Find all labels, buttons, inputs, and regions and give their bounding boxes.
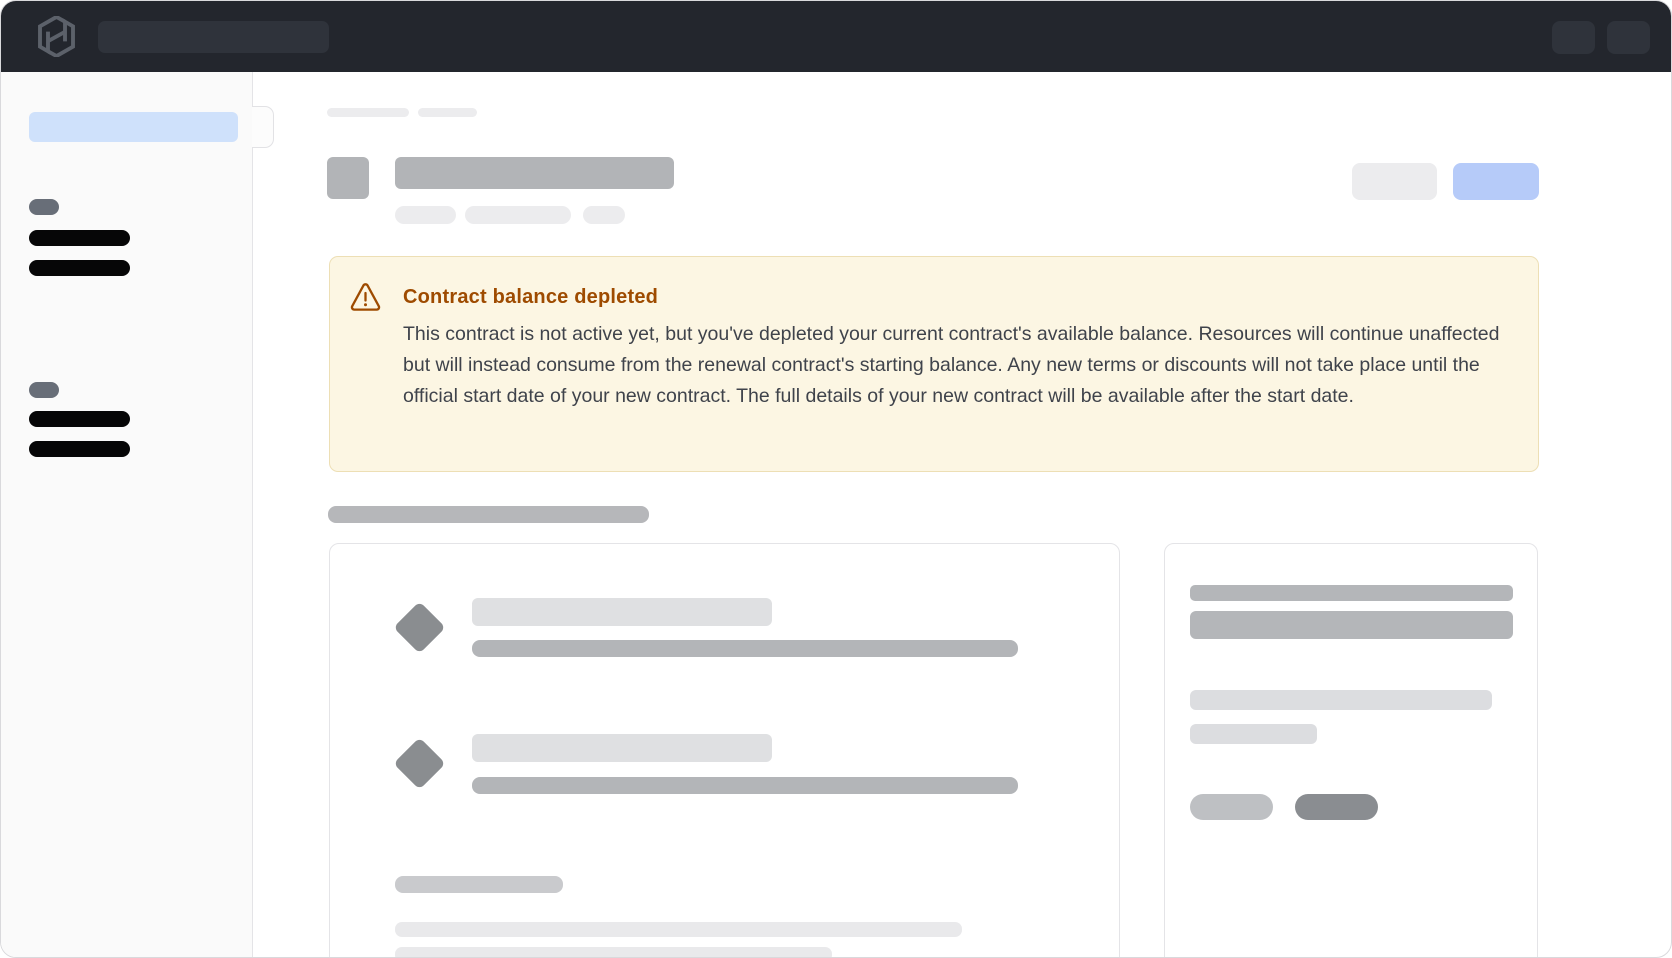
panel-secondary-pill-button[interactable] — [1190, 794, 1273, 820]
page-meta-badge — [395, 206, 456, 224]
sidebar-section-label — [29, 199, 59, 215]
breadcrumb-item[interactable] — [327, 108, 409, 117]
list-item-subtitle-placeholder — [472, 777, 1018, 794]
card-footer-line-placeholder — [395, 922, 962, 937]
page-avatar — [327, 157, 369, 199]
global-search-input[interactable] — [98, 21, 329, 53]
panel-title-placeholder — [1190, 611, 1513, 639]
secondary-action-button[interactable] — [1352, 163, 1437, 200]
panel-primary-pill-button[interactable] — [1295, 794, 1378, 820]
panel-text-placeholder — [1190, 690, 1492, 710]
sidebar-item[interactable] — [29, 411, 130, 427]
sidebar-item[interactable] — [29, 260, 130, 276]
page-meta-badge — [465, 206, 571, 224]
alert-body: This contract is not active yet, but you… — [403, 319, 1503, 412]
sidebar-active-item[interactable] — [29, 112, 238, 142]
primary-action-button[interactable] — [1453, 163, 1539, 200]
list-item-title-placeholder — [472, 734, 772, 762]
nav-help-button[interactable] — [1552, 21, 1595, 54]
section-title-placeholder — [328, 506, 649, 523]
card-footer-line-placeholder — [395, 947, 832, 958]
app-window: Contract balance depleted This contract … — [0, 0, 1672, 958]
panel-title-placeholder — [1190, 585, 1513, 601]
nav-user-button[interactable] — [1607, 21, 1650, 54]
alert-title: Contract balance depleted — [403, 286, 1103, 309]
list-item-subtitle-placeholder — [472, 640, 1018, 657]
hashicorp-logo-icon[interactable] — [38, 16, 75, 57]
sidebar-item[interactable] — [29, 230, 130, 246]
breadcrumb-item[interactable] — [418, 108, 477, 117]
sidebar-section-label — [29, 382, 59, 398]
side-panel-card — [1164, 543, 1538, 958]
card-footer-label-placeholder — [395, 876, 563, 893]
page-title-placeholder — [395, 157, 674, 189]
sidebar-collapse-handle[interactable] — [252, 106, 274, 148]
sidebar-item[interactable] — [29, 441, 130, 457]
warning-triangle-icon — [350, 283, 381, 312]
list-item-title-placeholder — [472, 598, 772, 626]
top-navbar — [1, 1, 1671, 72]
panel-text-placeholder — [1190, 724, 1317, 744]
page-meta-badge — [583, 206, 625, 224]
